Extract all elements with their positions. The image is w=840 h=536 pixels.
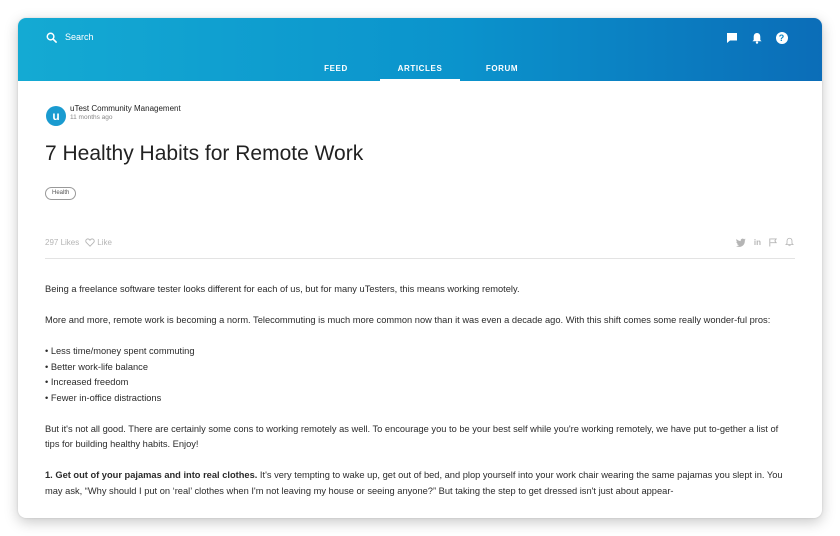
article-body: Being a freelance software tester looks … bbox=[45, 282, 795, 515]
likes-count: 297 Likes bbox=[45, 238, 80, 247]
article-content: u uTest Community Management 11 months a… bbox=[18, 81, 822, 518]
flag-icon[interactable] bbox=[769, 237, 777, 247]
paragraph-cons: But it's not all good. There are certain… bbox=[45, 423, 779, 450]
like-label: Like bbox=[97, 238, 112, 247]
tab-feed[interactable]: FEED bbox=[308, 62, 364, 81]
help-icon[interactable]: ? bbox=[775, 31, 788, 44]
search-icon bbox=[46, 32, 57, 43]
tag-health[interactable]: Health bbox=[45, 187, 77, 200]
tab-articles[interactable]: ARTICLES bbox=[380, 62, 460, 81]
notify-bell-icon[interactable] bbox=[785, 237, 794, 247]
linkedin-icon[interactable]: in bbox=[754, 238, 761, 247]
author-avatar[interactable]: u bbox=[46, 106, 66, 126]
header-actions: ? bbox=[725, 31, 788, 44]
top-header: Search ? FEED ARTICLES FORUM bbox=[18, 18, 822, 81]
post-date: 11 months ago bbox=[70, 114, 113, 121]
paragraph-habit-1: 1. Get out of your pajamas and into real… bbox=[45, 468, 795, 499]
pros-item: Increased freedom bbox=[45, 375, 795, 391]
heart-icon bbox=[85, 238, 95, 247]
likes-bar: 297 Likes Like bbox=[45, 238, 112, 247]
avatar-letter: u bbox=[52, 109, 60, 123]
like-button[interactable]: Like bbox=[85, 238, 112, 247]
help-glyph: ? bbox=[775, 31, 788, 44]
tab-forum[interactable]: FORUM bbox=[474, 62, 530, 81]
share-actions: in bbox=[735, 237, 794, 247]
search-placeholder: Search bbox=[65, 32, 94, 42]
pros-list: Less time/money spent commuting Better w… bbox=[45, 344, 795, 406]
pros-item: Less time/money spent commuting bbox=[45, 344, 795, 360]
pros-item: Better work-life balance bbox=[45, 360, 795, 376]
pros-item: Fewer in-office distractions bbox=[45, 391, 795, 407]
paragraph-remote-work: More and more, remote work is becoming a… bbox=[45, 315, 771, 325]
twitter-icon[interactable] bbox=[735, 238, 746, 247]
paragraph-intro: Being a freelance software tester looks … bbox=[45, 284, 520, 294]
chat-icon[interactable] bbox=[725, 31, 738, 44]
browser-window: Search ? FEED ARTICLES FORUM u uTest Com… bbox=[18, 18, 822, 518]
author-name[interactable]: uTest Community Management bbox=[70, 104, 181, 113]
divider bbox=[45, 258, 795, 259]
main-nav: FEED ARTICLES FORUM bbox=[18, 62, 822, 81]
article-title: 7 Healthy Habits for Remote Work bbox=[45, 142, 364, 165]
habit-1-heading: 1. Get out of your pajamas and into real… bbox=[45, 470, 258, 480]
search-button[interactable]: Search bbox=[46, 30, 94, 44]
bell-icon[interactable] bbox=[750, 31, 763, 44]
